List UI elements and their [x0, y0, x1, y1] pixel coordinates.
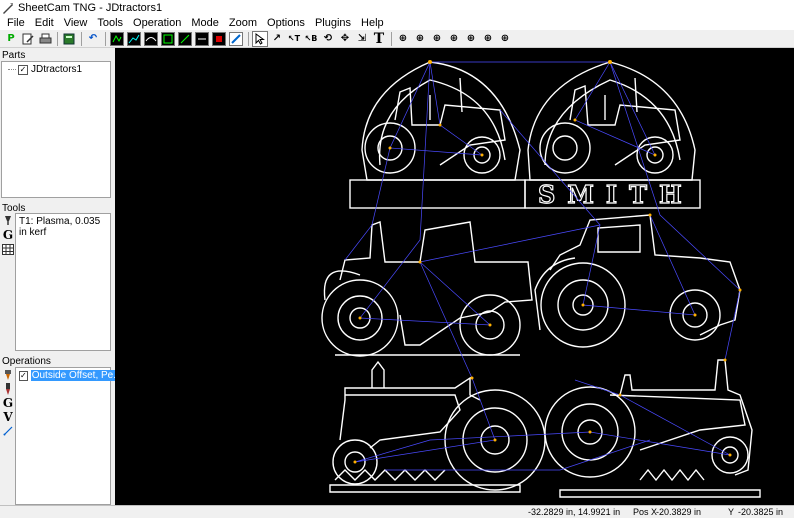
undo-icon[interactable]: ↶ [85, 31, 101, 47]
menu-view[interactable]: View [59, 17, 93, 29]
toolbar-separator [105, 31, 106, 46]
operations-panel-label: Operations [2, 356, 51, 367]
operation-checkbox[interactable]: ✓ [19, 370, 28, 381]
tools-panel: T1: Plasma, 0.035 in kerf [15, 213, 111, 351]
start-point-7-icon[interactable]: ⊕ [497, 31, 513, 47]
menu-operation[interactable]: Operation [128, 17, 186, 29]
start-point-2-icon[interactable]: ⊕ [412, 31, 428, 47]
select-tool-icon[interactable] [252, 30, 268, 47]
rotate-tool-icon[interactable]: ⟲ [320, 31, 336, 47]
text-node-icon[interactable]: ↖B [303, 31, 319, 47]
part-name: JDtractors1 [31, 64, 83, 75]
start-point-5-icon[interactable]: ⊕ [463, 31, 479, 47]
rapid-moves [344, 61, 741, 471]
view-toolpath-icon[interactable] [126, 31, 142, 47]
view-profile-icon[interactable] [143, 31, 159, 47]
gcode-icon[interactable]: G [1, 228, 15, 242]
calculator-icon[interactable] [61, 31, 77, 47]
tool-row[interactable]: T1: Plasma, 0.035 in kerf [19, 216, 110, 238]
part-tree-row[interactable]: ✓ JDtractors1 [8, 64, 82, 75]
start-point-1-icon[interactable]: ⊕ [395, 31, 411, 47]
edit-icon[interactable] [20, 31, 36, 47]
view-fit-icon[interactable] [160, 31, 176, 47]
tractor-middle-right [534, 214, 741, 348]
start-point-4-icon[interactable]: ⊕ [446, 31, 462, 47]
parts-panel: ✓ JDtractors1 [1, 61, 111, 198]
view-parts-icon[interactable] [109, 31, 125, 47]
status-bar: -32.2829 in, 14.9921 in Pos X -20.3829 i… [0, 505, 794, 517]
tractor-sign-left [349, 61, 526, 209]
path-rule-icon[interactable] [1, 424, 15, 438]
toolbar-separator [81, 31, 82, 46]
text-tool-icon[interactable]: T [371, 31, 387, 47]
status-posx-label: Pos X [633, 507, 658, 517]
menu-mode[interactable]: Mode [186, 17, 224, 29]
toolbar-separator [391, 31, 392, 46]
toolbar-separator [248, 31, 249, 46]
sheetcam-app-icon [3, 2, 13, 14]
sign-text-smith: SMITH [538, 180, 694, 209]
menu-help[interactable]: Help [356, 17, 389, 29]
tool-table-icon[interactable] [1, 242, 15, 256]
menu-bar: File Edit View Tools Operation Mode Zoom… [0, 15, 794, 30]
parts-panel-label: Parts [2, 50, 26, 61]
menu-edit[interactable]: Edit [30, 17, 59, 29]
post-process-icon[interactable]: P [3, 31, 19, 47]
view-edit-icon[interactable] [228, 31, 244, 47]
status-y-label: Y [728, 507, 735, 517]
menu-plugins[interactable]: Plugins [310, 17, 356, 29]
tractor-bottom-left [329, 360, 546, 493]
gcode-operation-icon[interactable]: G [1, 396, 15, 410]
operations-side-icons: G V [1, 368, 15, 438]
operations-panel: ✓ Outside Offset, Pe... [15, 367, 123, 505]
tools-side-icons: G [1, 214, 15, 256]
part-checkbox[interactable]: ✓ [18, 64, 28, 75]
toolbar-separator [57, 31, 58, 46]
node-tool-icon[interactable]: ↖T [286, 31, 302, 47]
view-stop-icon[interactable] [211, 31, 227, 47]
torch-icon[interactable] [1, 214, 15, 228]
move-tool-icon[interactable]: ↗ [269, 31, 285, 47]
tree-connector [8, 69, 16, 70]
align-tool-icon[interactable]: ✥ [337, 31, 353, 47]
drawing-canvas[interactable]: SMITH [115, 48, 794, 505]
view-cut-icon[interactable] [194, 31, 210, 47]
status-posx-value: -20.3829 in [656, 507, 702, 517]
print-icon[interactable] [37, 31, 53, 47]
drill-icon[interactable] [1, 382, 15, 396]
start-point-6-icon[interactable]: ⊕ [480, 31, 496, 47]
tractor-middle-left [321, 221, 533, 357]
tool-name: T1: Plasma, 0.035 in kerf [19, 216, 101, 238]
start-point-3-icon[interactable]: ⊕ [429, 31, 445, 47]
title-bar: SheetCam TNG - JDtractors1 [0, 0, 794, 15]
menu-tools[interactable]: Tools [92, 17, 128, 29]
window-title: SheetCam TNG - JDtractors1 [18, 1, 163, 14]
menu-zoom[interactable]: Zoom [224, 17, 262, 29]
view-rapids-icon[interactable] [177, 31, 193, 47]
menu-options[interactable]: Options [262, 17, 310, 29]
operation-torch-icon[interactable] [1, 368, 15, 382]
status-coords: -32.2829 in, 14.9921 in [528, 507, 621, 517]
operation-name: Outside Offset, Pe... [30, 370, 123, 381]
operation-row[interactable]: ✓ Outside Offset, Pe... [19, 370, 123, 381]
menu-file[interactable]: File [2, 17, 30, 29]
v-carve-icon[interactable]: V [1, 410, 15, 424]
status-y-value: -20.3825 in [738, 507, 784, 517]
part-drawing: SMITH [321, 60, 761, 498]
toolbar: P ↶ ↗ ↖T ↖B ⟲ ✥ ⇲ T ⊕ ⊕ ⊕ ⊕ ⊕ ⊕ ⊕ [0, 30, 794, 48]
scale-tool-icon[interactable]: ⇲ [354, 31, 370, 47]
